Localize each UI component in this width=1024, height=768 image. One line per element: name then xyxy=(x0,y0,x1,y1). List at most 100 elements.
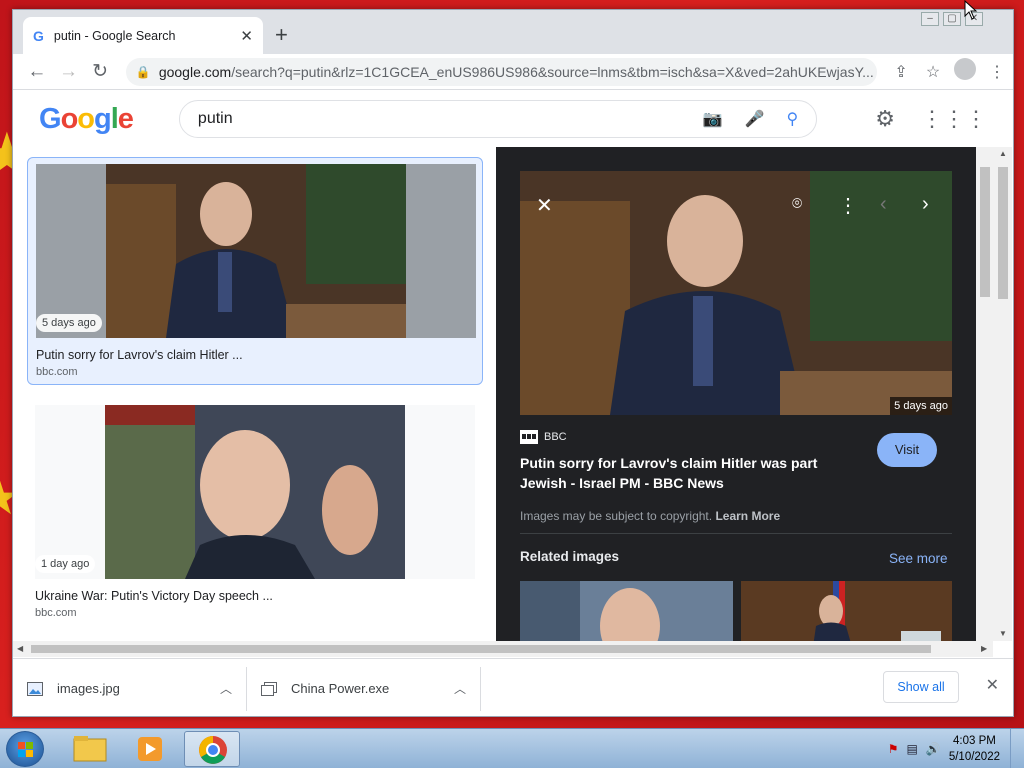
clock[interactable]: 4:03 PM 5/10/2022 xyxy=(949,733,1000,765)
system-tray: ⚑ ▤ 🔊 4:03 PM 5/10/2022 xyxy=(888,729,1024,768)
scroll-left-icon[interactable]: ◀ xyxy=(17,644,23,653)
minimize-icon[interactable]: – xyxy=(921,12,939,26)
result-thumbnail[interactable]: 5 days ago xyxy=(36,164,476,338)
volume-icon[interactable]: 🔊 xyxy=(926,742,941,756)
show-desktop-button[interactable] xyxy=(1010,729,1024,768)
maximize-icon[interactable]: ▢ xyxy=(943,12,961,26)
prev-chevron-icon[interactable]: ‹ xyxy=(880,193,887,216)
related-putin-desk-image xyxy=(741,581,952,641)
back-arrow-icon[interactable]: ← xyxy=(21,61,53,83)
learn-more-link[interactable]: Learn More xyxy=(715,509,780,523)
mouse-cursor-icon xyxy=(964,0,978,20)
show-all-button[interactable]: Show all xyxy=(883,671,959,703)
related-images-heading: Related images xyxy=(520,549,620,564)
more-options-icon[interactable]: ⋮ xyxy=(838,193,858,218)
exe-file-icon xyxy=(261,681,277,696)
preview-age-badge: 5 days ago xyxy=(890,397,952,415)
chevron-up-icon[interactable]: ︿ xyxy=(454,680,466,697)
media-player-icon[interactable] xyxy=(122,731,178,767)
bookmark-star-icon[interactable]: ☆ xyxy=(917,62,949,82)
search-box[interactable]: putin 📷 🎤 ⚲ xyxy=(178,100,818,138)
network-icon[interactable]: ▤ xyxy=(907,742,918,756)
related-image[interactable] xyxy=(741,581,952,641)
google-logo[interactable]: Google xyxy=(39,103,134,136)
clock-date: 5/10/2022 xyxy=(948,751,1000,763)
result-source[interactable]: bbc.com xyxy=(35,607,475,619)
close-icon[interactable]: ✕ xyxy=(536,193,553,218)
bbc-logo-icon xyxy=(520,430,538,444)
downloads-bar: images.jpg ︿ China Power.exe ︿ Show all … xyxy=(13,658,1013,716)
taskbar: ⚑ ▤ 🔊 4:03 PM 5/10/2022 xyxy=(0,728,1024,768)
profile-avatar-icon[interactable] xyxy=(949,58,981,85)
scroll-down-icon[interactable]: ▼ xyxy=(999,629,1007,638)
putin-desk-large-image xyxy=(520,171,952,415)
scroll-up-icon[interactable]: ▲ xyxy=(999,149,1007,158)
image-results: 5 days ago Putin sorry for Lavrov's clai… xyxy=(13,147,493,641)
lock-icon: 🔒 xyxy=(135,64,151,79)
scroll-thumb[interactable] xyxy=(998,167,1008,299)
file-explorer-icon[interactable] xyxy=(62,731,118,767)
tab-strip: G putin - Google Search ✕ + – ▢ ✕ xyxy=(13,10,1013,54)
result-title[interactable]: Ukraine War: Putin's Victory Day speech … xyxy=(35,589,475,603)
browser-tab[interactable]: G putin - Google Search ✕ xyxy=(23,17,263,54)
clock-time: 4:03 PM xyxy=(953,735,996,747)
source-name: BBC xyxy=(544,431,567,443)
result-age-badge: 5 days ago xyxy=(36,314,102,332)
divider xyxy=(520,533,952,534)
microphone-icon[interactable]: 🎤 xyxy=(745,109,765,129)
camera-icon[interactable]: 📷 xyxy=(703,109,723,129)
chevron-up-icon[interactable]: ︿ xyxy=(220,680,232,697)
page-scrollbar[interactable]: ▲ ▼ xyxy=(994,147,1012,641)
preview-panel: 5 days ago ✕ ⌾ ⋮ ‹ › BBC Putin sorry for… xyxy=(496,147,976,641)
related-image[interactable] xyxy=(520,581,733,641)
scroll-thumb[interactable] xyxy=(31,645,931,653)
url-path: /search?q=putin&rlz=1C1GCEA_enUS986US986… xyxy=(231,63,874,80)
tab-title: putin - Google Search xyxy=(53,28,176,43)
preview-title[interactable]: Putin sorry for Lavrov's claim Hitler wa… xyxy=(520,453,840,493)
action-center-flag-icon[interactable]: ⚑ xyxy=(888,742,899,756)
download-item[interactable]: China Power.exe ︿ xyxy=(247,666,481,711)
chrome-taskbar-icon[interactable] xyxy=(184,731,240,767)
reload-icon[interactable]: ↻ xyxy=(84,60,116,83)
result-card[interactable]: 1 day ago Ukraine War: Putin's Victory D… xyxy=(27,399,483,625)
see-more-link[interactable]: See more xyxy=(889,551,948,566)
result-age-badge: 1 day ago xyxy=(35,555,96,573)
copyright-notice: Images may be subject to copyright. Lear… xyxy=(520,509,780,523)
download-filename: images.jpg xyxy=(57,681,120,696)
settings-gear-icon[interactable]: ⚙ xyxy=(875,106,895,132)
start-button[interactable] xyxy=(6,731,44,767)
download-filename: China Power.exe xyxy=(291,681,390,696)
preview-source[interactable]: BBC xyxy=(520,430,567,444)
close-downloads-icon[interactable]: ✕ xyxy=(986,675,999,695)
preview-scrollbar[interactable] xyxy=(976,147,994,641)
horizontal-scrollbar[interactable]: ◀ ▶ xyxy=(13,641,993,657)
result-source[interactable]: bbc.com xyxy=(36,366,474,378)
share-icon[interactable]: ⇪ xyxy=(885,62,917,82)
forward-arrow-icon[interactable]: → xyxy=(53,61,85,83)
lens-icon[interactable]: ⌾ xyxy=(792,194,802,214)
tab-close-icon[interactable]: ✕ xyxy=(240,27,253,45)
new-tab-icon[interactable]: + xyxy=(275,22,288,48)
copyright-text: Images may be subject to copyright. xyxy=(520,509,713,523)
browser-toolbar: ← → ↻ 🔒 google.com/search?q=putin&rlz=1C… xyxy=(13,54,1013,90)
google-header: Google putin 📷 🎤 ⚲ ⚙ ⋮⋮⋮ xyxy=(13,91,1013,147)
scroll-thumb[interactable] xyxy=(980,167,990,297)
visit-button[interactable]: Visit xyxy=(877,433,937,467)
preview-image[interactable]: 5 days ago xyxy=(520,171,952,415)
url-domain: google.com xyxy=(158,63,232,80)
search-input[interactable]: putin xyxy=(198,110,681,128)
search-icon[interactable]: ⚲ xyxy=(787,109,799,129)
putin-desk-image xyxy=(106,164,406,338)
browser-window: G putin - Google Search ✕ + – ▢ ✕ ← → ↻ … xyxy=(12,9,1014,717)
result-card[interactable]: 5 days ago Putin sorry for Lavrov's clai… xyxy=(27,157,483,385)
putin-parade-image xyxy=(105,405,405,579)
address-bar[interactable]: 🔒 google.com/search?q=putin&rlz=1C1GCEA_… xyxy=(125,57,878,86)
apps-grid-icon[interactable]: ⋮⋮⋮ xyxy=(921,106,987,132)
result-thumbnail[interactable]: 1 day ago xyxy=(35,405,475,579)
menu-kebab-icon[interactable]: ⋮ xyxy=(981,62,1013,82)
download-item[interactable]: images.jpg ︿ xyxy=(13,666,247,711)
result-title[interactable]: Putin sorry for Lavrov's claim Hitler ..… xyxy=(36,348,474,362)
scroll-right-icon[interactable]: ▶ xyxy=(981,644,987,653)
google-favicon-icon: G xyxy=(33,27,44,44)
next-chevron-icon[interactable]: › xyxy=(922,193,929,216)
